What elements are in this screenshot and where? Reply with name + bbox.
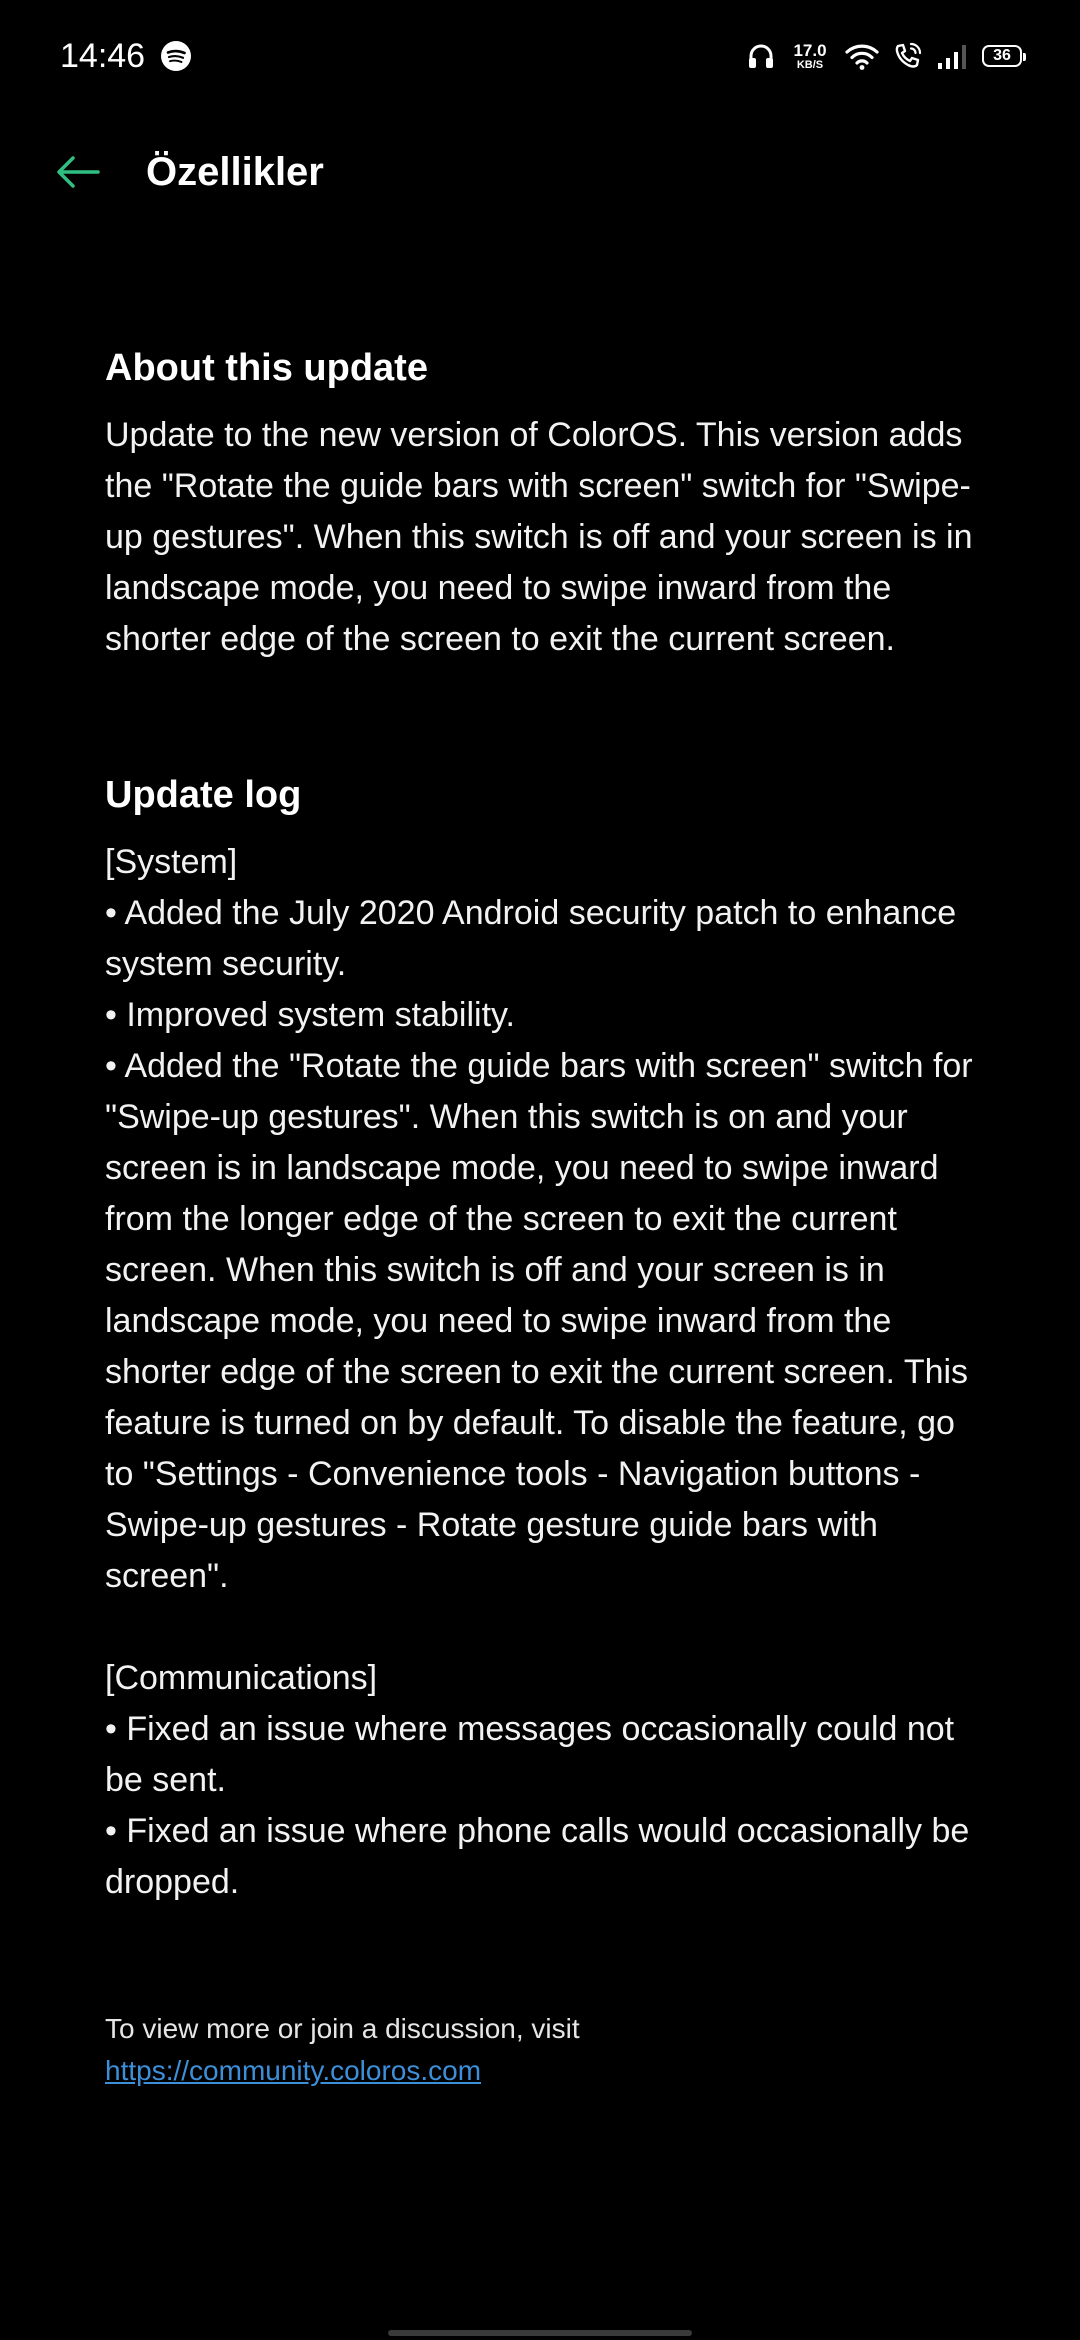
system-item: • Added the "Rotate the guide bars with … <box>105 1047 973 1595</box>
status-icons: 17.0 KB/S 36 <box>746 36 1026 76</box>
system-item: • Added the July 2020 Android security p… <box>105 894 957 983</box>
status-bar: 14:46 17.0 KB/S 36 <box>0 0 1080 112</box>
headphones-icon <box>749 44 773 68</box>
network-speed: 17.0 KB/S <box>788 42 832 71</box>
about-body: Update to the new version of ColorOS. Th… <box>105 416 973 658</box>
network-speed-unit: KB/S <box>796 58 824 71</box>
cellular-signal-icon <box>938 45 966 69</box>
release-notes-content: About this update Update to the new vers… <box>105 338 985 2092</box>
update-log-title: Update log <box>105 774 302 816</box>
system-item: • Improved system stability. <box>105 996 515 1034</box>
about-title: About this update <box>105 347 428 389</box>
spotify-icon <box>161 41 191 71</box>
arrow-left-icon <box>57 156 100 188</box>
home-indicator[interactable] <box>388 2330 692 2336</box>
communications-heading: [Communications] <box>105 1659 378 1697</box>
battery-icon: 36 <box>982 45 1026 67</box>
network-speed-value: 17.0 <box>793 40 827 60</box>
wifi-calling-icon <box>895 42 922 68</box>
communications-item: • Fixed an issue where messages occasion… <box>105 1710 955 1799</box>
footer-text: To view more or join a discussion, visit <box>105 2013 580 2044</box>
about-section: About this update Update to the new vers… <box>105 338 985 665</box>
system-heading: [System] <box>105 843 238 881</box>
wifi-icon <box>845 44 879 70</box>
community-link[interactable]: https://community.coloros.com <box>105 2055 481 2086</box>
communications-item: • Fixed an issue where phone calls would… <box>105 1812 970 1901</box>
status-time: 14:46 <box>60 37 146 75</box>
app-bar: Özellikler <box>0 130 1080 214</box>
back-button[interactable] <box>48 142 108 202</box>
page-title: Özellikler <box>146 150 324 194</box>
footer: To view more or join a discussion, visit… <box>105 2008 985 2092</box>
update-log-section: Update log [System] • Added the July 202… <box>105 765 985 1908</box>
